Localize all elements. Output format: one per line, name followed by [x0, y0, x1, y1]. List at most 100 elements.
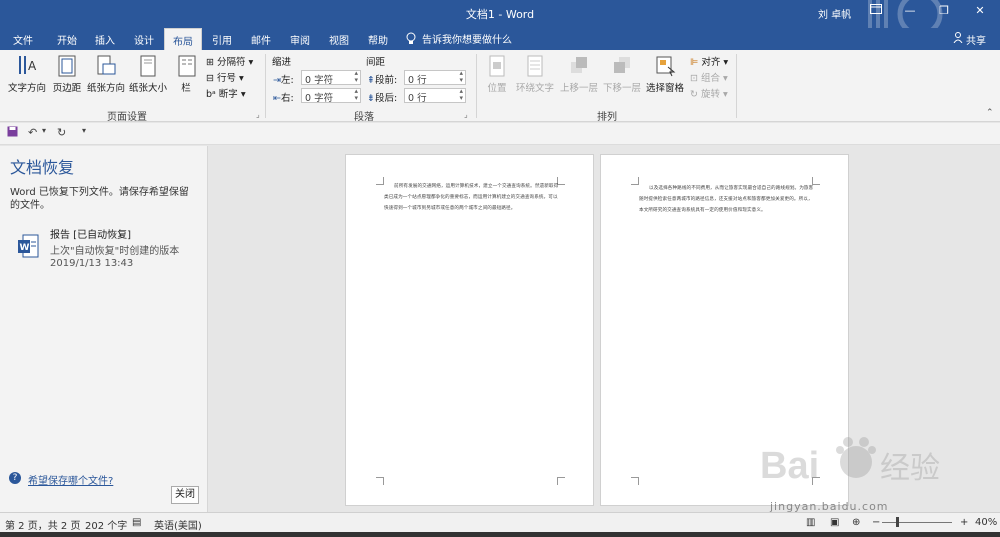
selection-pane-icon [656, 56, 676, 77]
tab-design[interactable]: 设计 [134, 32, 154, 47]
share-button[interactable]: 共享 [966, 32, 986, 47]
spin-arrows-icon[interactable]: ▴ ▾ [354, 88, 358, 102]
svg-text:经验: 经验 [880, 451, 940, 486]
tell-me-search[interactable]: 告诉我你想要做什么 [422, 31, 512, 46]
line-numbers-icon: ⊟ [206, 73, 214, 84]
wrap-text-label: 环绕文字 [515, 83, 554, 94]
indent-right-label: ⇤右: [273, 93, 294, 104]
tab-insert[interactable]: 插入 [95, 32, 115, 47]
ribbon-display-options-icon[interactable] [866, 4, 886, 22]
spacing-after-input[interactable]: 0 行 ▴ ▾ [404, 88, 466, 104]
which-file-help-link[interactable]: 希望保存哪个文件? [28, 472, 113, 487]
read-mode-icon[interactable]: ▥ [806, 517, 815, 528]
close-window-button[interactable]: ✕ [970, 4, 990, 22]
recovery-close-button[interactable]: 关闭 [171, 486, 199, 504]
text-direction-label: 文字方向 [7, 83, 46, 94]
paragraph-group-label: 段落 [354, 112, 374, 123]
tab-home[interactable]: 开始 [57, 32, 77, 47]
tab-file[interactable]: 文件 [13, 32, 33, 47]
svg-text:W: W [20, 243, 30, 253]
customize-qat-icon[interactable]: ▾ [82, 126, 86, 135]
breaks-button[interactable]: ⊞ 分隔符 ▾ [206, 54, 253, 68]
recovery-description: Word 已恢复下列文件。请保存希望保留的文件。 [10, 187, 189, 211]
page-indicator[interactable]: 第 2 页，共 2 页 [5, 517, 80, 532]
tab-view[interactable]: 视图 [329, 32, 349, 47]
spin-arrows-icon[interactable]: ▴ ▾ [354, 70, 358, 84]
redo-icon[interactable]: ↻ [57, 126, 66, 139]
recovered-file-name[interactable]: 报告 [已自动恢复] [50, 226, 131, 241]
columns-button[interactable]: 栏 [176, 54, 196, 94]
margins-button[interactable]: 页边距 [50, 54, 84, 94]
wrap-text-button[interactable]: 环绕文字 [514, 54, 556, 94]
size-label: 纸张大小 [128, 83, 167, 94]
zoom-in-button[interactable]: + [960, 517, 968, 528]
page-setup-launcher-icon[interactable]: ⌟ [256, 110, 260, 119]
position-label: 位置 [487, 83, 507, 94]
zoom-out-button[interactable]: − [872, 517, 880, 528]
restore-button[interactable]: ❐ [934, 4, 954, 22]
language-indicator[interactable]: 英语(美国) [154, 517, 202, 532]
send-backward-icon [614, 57, 630, 73]
page-1-text[interactable]: 前所有发展的交通网络，运用计算机技术，建立一个交通查询系统。然遗新取得类已成为一… [384, 181, 559, 214]
indent-right-icon: ⇤ [273, 93, 281, 104]
line-numbers-button[interactable]: ⊟ 行号 ▾ [206, 70, 244, 84]
tab-references[interactable]: 引用 [212, 32, 232, 47]
page-setup-group-label: 页面设置 [107, 112, 147, 123]
indent-right-input[interactable]: 0 字符 ▴ ▾ [301, 88, 361, 104]
size-button[interactable]: 纸张大小 [128, 54, 168, 94]
tab-mailings[interactable]: 邮件 [251, 32, 271, 47]
print-layout-icon[interactable]: ▣ [830, 517, 839, 528]
tab-layout[interactable]: 布局 [164, 28, 202, 50]
group-label: 组合 [701, 73, 721, 84]
spacing-after-icon: ⇟ [367, 93, 375, 104]
proofing-icon[interactable]: ▤ [132, 517, 141, 528]
web-layout-icon[interactable]: ⊕ [852, 517, 860, 528]
spacing-before-input[interactable]: 0 行 ▴ ▾ [404, 70, 466, 86]
save-icon[interactable] [7, 126, 18, 140]
collapse-ribbon-icon[interactable]: ⌃ [986, 108, 994, 118]
zoom-level[interactable]: 40% [975, 517, 997, 528]
orientation-button[interactable]: 纸张方向 [86, 54, 126, 94]
svg-text:A: A [28, 59, 37, 73]
document-page-1[interactable]: 前所有发展的交通网络，运用计算机技术，建立一个交通查询系统。然遗新取得类已成为一… [345, 154, 594, 506]
hyphenation-label: 断字 [218, 89, 238, 100]
selection-pane-button[interactable]: 选择窗格 [644, 54, 686, 94]
share-icon[interactable] [953, 32, 963, 46]
hyphenation-icon: bᵃ [206, 89, 216, 100]
paragraph-launcher-icon[interactable]: ⌟ [464, 110, 468, 119]
hyphenation-button[interactable]: bᵃ 断字 ▾ [206, 86, 246, 100]
minimize-button[interactable]: — [900, 4, 920, 22]
text-direction-button[interactable]: A 文字方向 [6, 54, 48, 94]
tab-help[interactable]: 帮助 [368, 32, 388, 47]
group-button[interactable]: ⊡ 组合 ▾ [690, 70, 728, 84]
spin-arrows-icon[interactable]: ▴ ▾ [459, 70, 463, 84]
user-name[interactable]: 刘 卓帆 [818, 6, 851, 21]
ribbon-tabs: 文件 开始 插入 设计 布局 引用 邮件 审阅 视图 帮助 告诉我你想要做什么 … [0, 28, 1000, 50]
columns-label: 栏 [181, 83, 191, 94]
indent-left-input[interactable]: 0 字符 ▴ ▾ [301, 70, 361, 86]
help-icon: ? [9, 472, 21, 484]
page-2-text[interactable]: 以及选择各种路线的不同费用，从而让旅客实现最合适自己的路线规划。为旅客随时提供检… [639, 183, 814, 216]
crop-mark [631, 177, 639, 185]
position-button[interactable]: 位置 [482, 54, 512, 94]
spacing-before-label: ⇞段前: [367, 75, 398, 86]
recovery-title: 文档恢复 [10, 158, 75, 177]
spacing-after-label: ⇟段后: [367, 93, 398, 104]
bring-forward-button[interactable]: 上移一层 [558, 54, 600, 94]
indent-left-icon: ⇥ [273, 75, 281, 86]
zoom-slider-thumb[interactable] [896, 517, 899, 527]
spin-arrows-icon[interactable]: ▴ ▾ [459, 88, 463, 102]
align-button[interactable]: ⊫ 对齐 ▾ [690, 54, 728, 68]
undo-dropdown-icon[interactable]: ▾ [42, 126, 46, 135]
recovered-file-date: 2019/1/13 13:43 [50, 258, 134, 269]
crop-mark [631, 477, 639, 485]
zoom-slider[interactable] [882, 522, 952, 523]
rotate-button[interactable]: ↻ 旋转 ▾ [690, 86, 728, 100]
send-backward-label: 下移一层 [602, 83, 641, 94]
send-backward-button[interactable]: 下移一层 [601, 54, 643, 94]
crop-mark [376, 477, 384, 485]
undo-icon[interactable]: ↶ [28, 126, 37, 139]
tab-review[interactable]: 审阅 [290, 32, 310, 47]
taskbar-edge [0, 532, 1000, 537]
word-count[interactable]: 202 个字 [85, 517, 127, 532]
